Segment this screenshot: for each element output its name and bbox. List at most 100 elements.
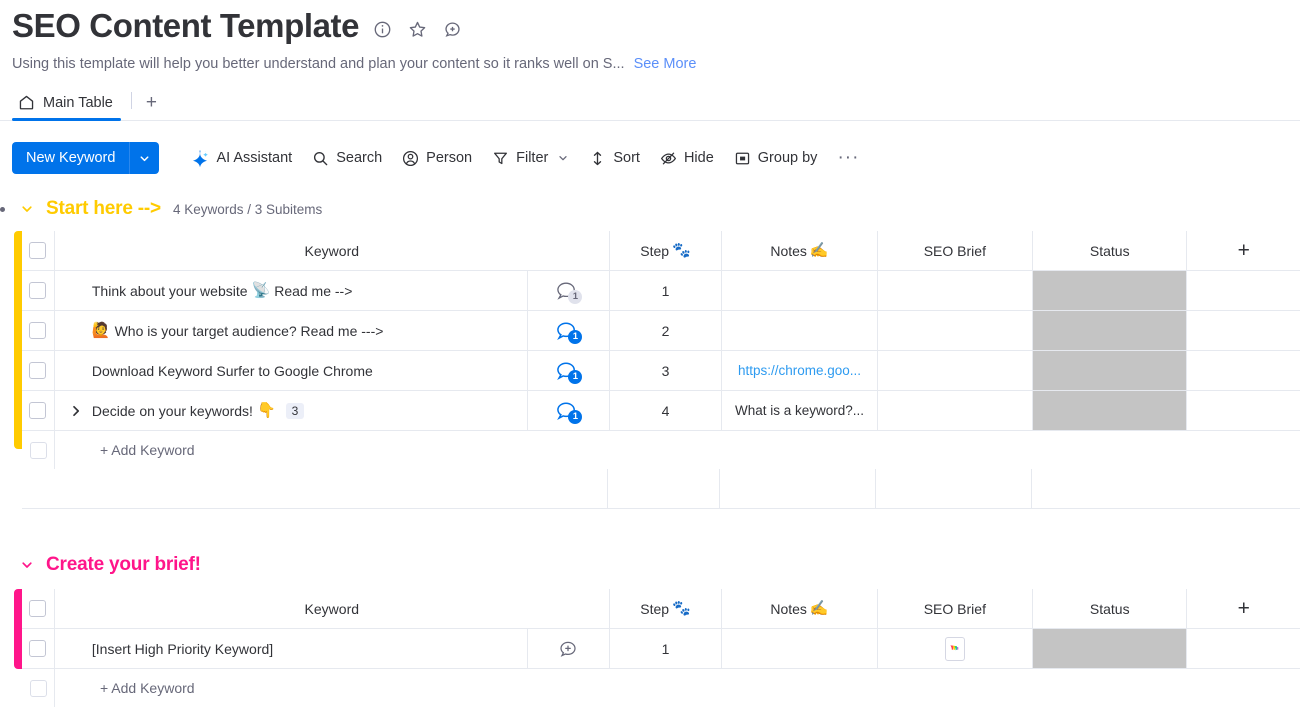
tab-main-table[interactable]: Main Table bbox=[12, 94, 131, 121]
cell-keyword[interactable]: [Insert High Priority Keyword] bbox=[54, 629, 529, 668]
filter-icon bbox=[492, 150, 509, 167]
add-comment-icon[interactable] bbox=[443, 20, 462, 39]
see-more-link[interactable]: See More bbox=[634, 56, 697, 72]
column-header-seo-brief[interactable]: SEO Brief bbox=[877, 589, 1034, 628]
add-column-button[interactable]: + bbox=[1187, 231, 1300, 270]
group-title[interactable]: Start here --> bbox=[46, 198, 161, 220]
chevron-down-icon[interactable] bbox=[557, 152, 569, 164]
cell-comments[interactable]: 1 bbox=[528, 311, 610, 350]
keyword-text: Think about your website 📡 Read me --> bbox=[92, 283, 353, 299]
comment-bubble-icon[interactable]: 1 bbox=[555, 280, 583, 304]
column-header-keyword[interactable]: Keyword bbox=[54, 589, 610, 628]
row-checkbox[interactable] bbox=[29, 402, 47, 419]
hide-button[interactable]: Hide bbox=[650, 142, 724, 174]
cell-empty bbox=[1187, 311, 1300, 350]
expand-subitems-icon[interactable] bbox=[69, 404, 83, 418]
cell-step[interactable]: 2 bbox=[609, 311, 723, 350]
ai-assistant-button[interactable]: AI Assistant bbox=[181, 142, 302, 174]
chevron-down-icon[interactable] bbox=[129, 142, 160, 174]
chevron-down-icon[interactable] bbox=[20, 558, 34, 572]
cell-seo-brief[interactable] bbox=[877, 351, 1034, 390]
column-header-notes[interactable]: Notes ✍️ bbox=[722, 589, 878, 628]
table-row[interactable]: Think about your website 📡 Read me --> 1… bbox=[22, 271, 1300, 311]
group-header: Create your brief! bbox=[0, 551, 1300, 579]
note-link[interactable]: https://chrome.goo... bbox=[738, 363, 861, 378]
subitems-count-badge: 3 bbox=[285, 402, 305, 419]
search-button[interactable]: Search bbox=[302, 142, 392, 174]
cell-keyword[interactable]: Download Keyword Surfer to Google Chrome bbox=[54, 351, 529, 390]
column-header-keyword[interactable]: Keyword bbox=[54, 231, 610, 270]
group-title[interactable]: Create your brief! bbox=[46, 554, 201, 576]
table-row[interactable]: Download Keyword Surfer to Google Chrome… bbox=[22, 351, 1300, 391]
add-keyword-label[interactable]: + Add Keyword bbox=[55, 431, 1300, 469]
comment-bubble-icon[interactable]: 1 bbox=[555, 360, 583, 384]
cell-keyword[interactable]: 🙋 Who is your target audience? Read me -… bbox=[54, 311, 529, 350]
person-button[interactable]: Person bbox=[392, 142, 482, 174]
cell-status[interactable] bbox=[1033, 311, 1188, 350]
cell-comments[interactable]: 1 bbox=[528, 351, 610, 390]
more-options-button[interactable]: ··· bbox=[827, 147, 869, 169]
cell-status[interactable] bbox=[1033, 271, 1188, 310]
add-column-button[interactable]: + bbox=[1187, 589, 1300, 628]
cell-keyword[interactable]: Think about your website 📡 Read me --> bbox=[54, 271, 529, 310]
cell-empty bbox=[1187, 629, 1300, 668]
comment-bubble-icon[interactable]: 1 bbox=[555, 320, 583, 344]
cell-step[interactable]: 3 bbox=[609, 351, 723, 390]
star-icon[interactable] bbox=[408, 20, 427, 39]
cell-seo-brief[interactable] bbox=[877, 629, 1034, 668]
cell-step[interactable]: 1 bbox=[609, 271, 723, 310]
row-checkbox[interactable] bbox=[29, 322, 47, 339]
add-view-button[interactable]: + bbox=[132, 93, 169, 120]
chevron-down-icon[interactable] bbox=[20, 202, 34, 216]
row-checkbox[interactable] bbox=[29, 282, 47, 299]
person-icon bbox=[402, 150, 419, 167]
keyword-text: 🙋 Who is your target audience? Read me -… bbox=[92, 323, 384, 339]
cell-notes[interactable] bbox=[722, 629, 878, 668]
column-header-step[interactable]: Step 🐾 bbox=[609, 231, 723, 270]
row-checkbox[interactable] bbox=[29, 362, 47, 379]
table-header-row: Keyword Step 🐾 Notes ✍️ SEO Brief Status… bbox=[22, 589, 1300, 629]
add-keyword-row[interactable]: + Add Keyword bbox=[22, 669, 1300, 707]
cell-notes[interactable]: What is a keyword?... bbox=[722, 391, 878, 430]
row-checkbox[interactable] bbox=[29, 679, 47, 697]
column-header-status[interactable]: Status bbox=[1033, 231, 1188, 270]
add-keyword-label[interactable]: + Add Keyword bbox=[55, 669, 1300, 707]
cell-notes[interactable] bbox=[722, 311, 878, 350]
column-header-step[interactable]: Step 🐾 bbox=[609, 589, 723, 628]
new-keyword-button[interactable]: New Keyword bbox=[12, 142, 160, 174]
select-all-checkbox[interactable] bbox=[29, 242, 47, 259]
cell-comments[interactable]: 1 bbox=[528, 271, 610, 310]
search-icon bbox=[312, 150, 329, 167]
group-by-label: Group by bbox=[757, 150, 818, 166]
cell-notes[interactable]: https://chrome.goo... bbox=[722, 351, 878, 390]
info-icon[interactable] bbox=[373, 20, 392, 39]
table-row[interactable]: [Insert High Priority Keyword] 1 bbox=[22, 629, 1300, 669]
cell-status[interactable] bbox=[1033, 351, 1188, 390]
table-row[interactable]: 🙋 Who is your target audience? Read me -… bbox=[22, 311, 1300, 351]
doc-file-icon[interactable] bbox=[944, 636, 965, 661]
select-all-checkbox[interactable] bbox=[29, 600, 47, 617]
sort-button[interactable]: Sort bbox=[579, 142, 650, 174]
column-header-notes[interactable]: Notes ✍️ bbox=[722, 231, 878, 270]
cell-seo-brief[interactable] bbox=[877, 271, 1034, 310]
cell-comments[interactable] bbox=[528, 629, 610, 668]
column-header-status[interactable]: Status bbox=[1033, 589, 1188, 628]
add-comment-icon[interactable] bbox=[558, 639, 578, 659]
cell-step[interactable]: 4 bbox=[609, 391, 723, 430]
cell-step[interactable]: 1 bbox=[609, 629, 723, 668]
cell-status[interactable] bbox=[1033, 391, 1188, 430]
column-header-seo-brief[interactable]: SEO Brief bbox=[877, 231, 1034, 270]
cell-keyword[interactable]: Decide on your keywords! 👇 3 bbox=[54, 391, 529, 430]
cell-notes[interactable] bbox=[722, 271, 878, 310]
add-keyword-row[interactable]: + Add Keyword bbox=[22, 431, 1300, 469]
comment-bubble-icon[interactable]: 1 bbox=[555, 400, 583, 424]
row-checkbox[interactable] bbox=[29, 640, 47, 657]
table-row[interactable]: Decide on your keywords! 👇 3 1 4 What is… bbox=[22, 391, 1300, 431]
filter-button[interactable]: Filter bbox=[482, 142, 579, 174]
cell-seo-brief[interactable] bbox=[877, 311, 1034, 350]
cell-seo-brief[interactable] bbox=[877, 391, 1034, 430]
cell-comments[interactable]: 1 bbox=[528, 391, 610, 430]
cell-status[interactable] bbox=[1033, 629, 1188, 668]
row-checkbox[interactable] bbox=[29, 441, 47, 459]
group-by-button[interactable]: Group by bbox=[724, 142, 828, 174]
